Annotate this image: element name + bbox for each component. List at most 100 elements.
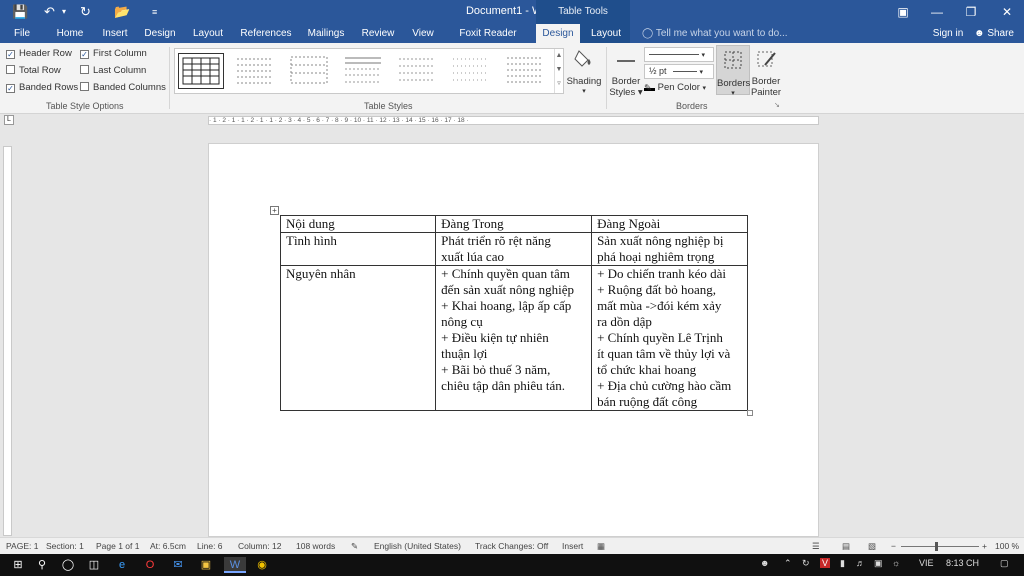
macro-icon[interactable]: ▦ (597, 541, 605, 552)
display-icon[interactable]: ▣ (874, 558, 883, 569)
ribbon-display-icon[interactable]: ▣ (886, 0, 920, 24)
tell-me-box[interactable]: ◯ Tell me what you want to do... (642, 24, 788, 43)
redo-icon[interactable]: ↻ (80, 3, 91, 21)
table-resize-handle[interactable] (747, 410, 753, 416)
border-painter-button[interactable]: Border Painter (750, 47, 782, 98)
tab-file[interactable]: File (6, 24, 38, 43)
chrome-icon[interactable]: ◉ (254, 557, 270, 573)
tab-insert[interactable]: Insert (98, 24, 132, 43)
header-row-checkbox[interactable]: ✓ Header Row (6, 47, 72, 61)
total-row-checkbox[interactable]: Total Row (6, 64, 61, 78)
zoom-level[interactable]: 100 % (995, 541, 1019, 551)
table-cell[interactable]: Đàng Trong (435, 215, 593, 233)
first-column-checkbox[interactable]: ✓ First Column (80, 47, 147, 61)
zoom-in-button[interactable]: + (982, 541, 987, 551)
tab-table-layout[interactable]: Layout (584, 24, 628, 43)
table-move-handle-icon[interactable]: + (270, 206, 279, 215)
border-styles-button[interactable]: Border Styles ▾ (608, 47, 644, 98)
zoom-out-button[interactable]: − (891, 541, 896, 551)
style-thumb-2[interactable] (233, 53, 279, 89)
read-mode-icon[interactable]: ☰ (812, 541, 820, 552)
print-layout-icon[interactable]: ▤ (842, 541, 850, 552)
search-icon[interactable]: ⚲ (34, 557, 50, 573)
shading-button[interactable]: Shading ▾ (566, 47, 602, 95)
chevron-down-icon[interactable]: ▼ (555, 63, 563, 77)
status-word-count[interactable]: 108 words (296, 541, 335, 551)
input-language[interactable]: VIE (919, 558, 934, 568)
customize-icon[interactable]: ≡ (152, 3, 157, 21)
table-cell[interactable]: Sản xuất nông nghiệp bị phá hoại nghiêm … (591, 232, 748, 266)
status-page-of[interactable]: Page 1 of 1 (96, 541, 139, 551)
status-section[interactable]: Section: 1 (46, 541, 84, 551)
chevron-up-icon[interactable]: ▲ (555, 49, 563, 63)
file-explorer-icon[interactable]: ▣ (198, 557, 214, 573)
table-cell[interactable]: Nguyên nhân (279, 265, 437, 411)
volume-icon[interactable]: ♬ (856, 558, 865, 568)
people-icon[interactable]: ☻ (760, 558, 769, 568)
antivirus-icon[interactable]: V (820, 558, 831, 568)
line-weight-dropdown[interactable]: ½ pt ▾ (644, 64, 714, 79)
document-table[interactable]: Nội dung Đàng Trong Đàng Ngoài Tình hình… (279, 215, 748, 411)
network-icon[interactable]: ☼ (892, 558, 900, 568)
close-icon[interactable]: ✕ (990, 0, 1024, 24)
status-language[interactable]: English (United States) (374, 541, 461, 551)
banded-columns-checkbox[interactable]: Banded Columns (80, 81, 166, 95)
line-style-dropdown[interactable]: ▾ (644, 47, 714, 62)
open-icon[interactable]: 📂 (114, 3, 130, 21)
gallery-scroll[interactable]: ▲ ▼ ▿ (554, 49, 563, 93)
status-page[interactable]: PAGE: 1 (6, 541, 38, 551)
tab-view[interactable]: View (408, 24, 438, 43)
tab-foxit-reader-pdf[interactable]: Foxit Reader PDF (448, 24, 528, 58)
status-insert-mode[interactable]: Insert (562, 541, 583, 551)
cortana-icon[interactable]: ◯ (60, 557, 76, 573)
tab-review[interactable]: Review (358, 24, 398, 43)
opera-icon[interactable]: O (142, 557, 158, 573)
chat-icon[interactable]: ✉ (170, 557, 186, 573)
vertical-ruler[interactable] (3, 146, 12, 536)
share-button[interactable]: ☻ Share (972, 24, 1016, 43)
undo-dropdown-icon[interactable]: ▾ (62, 3, 66, 21)
last-column-checkbox[interactable]: Last Column (80, 64, 146, 78)
edge-icon[interactable]: e (114, 557, 130, 573)
horizontal-ruler[interactable]: · 1 · 2 · 1 · 1 · 2 · 1 · 1 · 2 · 3 · 4 … (208, 116, 819, 125)
borders-button[interactable]: Borders ▾ (716, 45, 750, 97)
task-view-icon[interactable]: ◫ (86, 557, 102, 573)
style-thumb-table-grid[interactable] (178, 53, 224, 89)
style-thumb-4[interactable] (341, 53, 387, 89)
proofing-icon[interactable]: ✎ (351, 541, 358, 552)
tab-references[interactable]: References (238, 24, 294, 43)
word-icon[interactable]: W (224, 557, 246, 573)
status-at[interactable]: At: 6.5cm (150, 541, 186, 551)
show-hidden-icon[interactable]: ⌃ (784, 558, 792, 569)
status-track-changes[interactable]: Track Changes: Off (475, 541, 548, 551)
style-thumb-7[interactable] (503, 53, 549, 89)
table-cell[interactable]: + Do chiến tranh kéo dài + Ruộng đất bỏ … (591, 265, 748, 411)
minimize-icon[interactable]: — (920, 0, 954, 24)
notifications-icon[interactable]: ▢ (1000, 558, 1009, 569)
style-thumb-3[interactable] (287, 53, 333, 89)
tab-design[interactable]: Design (142, 24, 178, 43)
style-thumb-6[interactable] (449, 53, 495, 89)
web-layout-icon[interactable]: ▧ (868, 541, 876, 552)
table-cell[interactable]: Phát triển rõ rệt năng xuất lúa cao (435, 232, 593, 266)
sync-icon[interactable]: ↻ (802, 558, 810, 569)
style-thumb-5[interactable] (395, 53, 441, 89)
table-cell[interactable]: Đàng Ngoài (591, 215, 748, 233)
table-cell[interactable]: Tình hình (279, 232, 437, 266)
restore-icon[interactable]: ❐ (954, 0, 988, 24)
undo-icon[interactable]: ↶ (44, 3, 55, 21)
pen-color-button[interactable]: ✎ Pen Color ▾ (644, 81, 706, 95)
tab-layout[interactable]: Layout (190, 24, 226, 43)
table-cell[interactable]: + Chính quyền quan tâm đến sản xuất nông… (435, 265, 593, 411)
save-icon[interactable]: 💾 (12, 3, 28, 21)
status-column[interactable]: Column: 12 (238, 541, 281, 551)
dialog-launcher-icon[interactable]: ↘ (774, 101, 780, 109)
table-cell[interactable]: Nội dung (279, 215, 437, 233)
tab-table-design[interactable]: Design (536, 24, 580, 43)
tab-home[interactable]: Home (52, 24, 88, 43)
zoom-slider-thumb[interactable] (935, 542, 938, 551)
banded-rows-checkbox[interactable]: ✓ Banded Rows (6, 81, 78, 95)
zoom-slider[interactable] (901, 546, 979, 547)
tab-selector[interactable]: L (4, 115, 14, 125)
status-line[interactable]: Line: 6 (197, 541, 223, 551)
